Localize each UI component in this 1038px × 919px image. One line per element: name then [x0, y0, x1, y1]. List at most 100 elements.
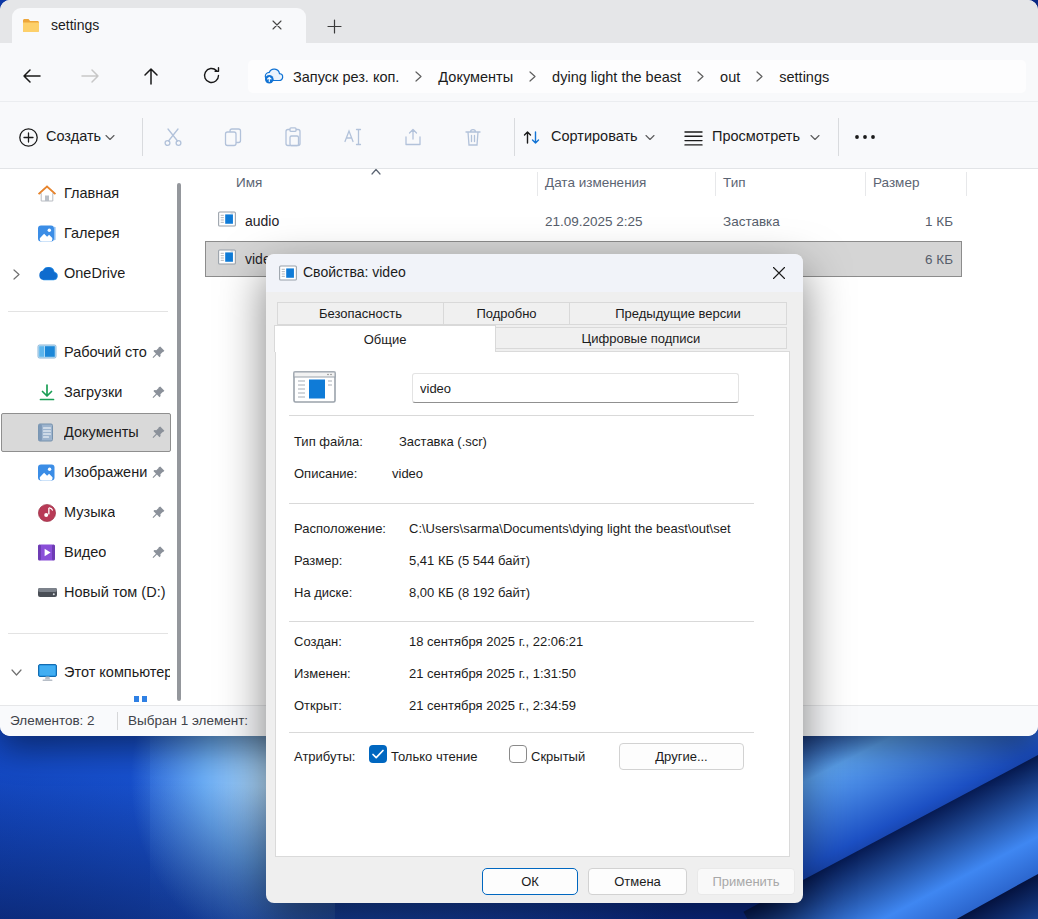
tab-general[interactable]: Общие — [274, 325, 496, 352]
screensaver-file-icon — [279, 265, 297, 281]
back-icon[interactable] — [20, 65, 42, 87]
refresh-icon[interactable] — [201, 65, 222, 86]
new-button[interactable]: Создать — [46, 128, 101, 144]
more-icon[interactable] — [854, 134, 876, 140]
videos-icon — [37, 543, 57, 563]
new-tab-button[interactable] — [327, 19, 342, 34]
home-icon — [37, 184, 57, 204]
sidebar-item-home[interactable]: Главная — [0, 175, 176, 213]
breadcrumb-item[interactable]: out — [720, 69, 740, 85]
sidebar-item-onedrive[interactable]: OneDrive — [0, 255, 176, 293]
tab-details[interactable]: Подробно — [443, 302, 570, 325]
chevron-right-icon[interactable] — [13, 269, 20, 280]
breadcrumb-item[interactable]: Запуск рез. коп. — [293, 69, 399, 85]
sidebar-item-label: Рабочий сто — [64, 344, 147, 360]
share-icon[interactable] — [402, 126, 424, 148]
file-date: 21.09.2025 2:25 — [545, 214, 643, 229]
field-label: Тип файла: — [294, 434, 363, 450]
readonly-label: Только чтение — [391, 749, 477, 765]
rename-icon[interactable] — [342, 126, 364, 148]
properties-dialog: Свойства: video Безопасность Подробно Пр… — [266, 254, 803, 903]
tab-close-icon[interactable] — [270, 18, 284, 32]
screensaver-file-icon — [218, 211, 236, 227]
tab-title: settings — [51, 17, 99, 33]
explorer-tab[interactable]: settings — [12, 8, 306, 43]
chevron-down-icon[interactable] — [11, 669, 22, 676]
pin-icon — [151, 545, 166, 560]
field-value: C:\Users\sarma\Documents\dying light the… — [409, 521, 731, 537]
tab-digital-signatures[interactable]: Цифровые подписи — [495, 327, 787, 349]
pin-icon — [151, 345, 166, 360]
up-icon[interactable] — [140, 65, 162, 87]
field-label: Изменен: — [294, 666, 351, 682]
column-header-type[interactable]: Тип — [723, 175, 746, 190]
gallery-icon — [37, 224, 57, 244]
ok-button[interactable]: ОК — [482, 868, 578, 895]
paste-icon[interactable] — [282, 126, 304, 148]
sidebar-item-this-pc[interactable]: Этот компьютер — [0, 654, 176, 692]
dialog-title: Свойства: video — [303, 264, 406, 280]
file-name: audio — [245, 213, 279, 229]
selection-status: Выбран 1 элемент: — [128, 713, 248, 728]
downloads-icon — [37, 383, 57, 403]
tab-previous-versions[interactable]: Предыдущие версии — [569, 302, 787, 325]
file-type: Заставка — [723, 214, 780, 229]
sidebar-item-pictures[interactable]: Изображени — [0, 454, 176, 492]
sidebar-item-gallery[interactable]: Галерея — [0, 215, 176, 253]
column-header-name[interactable]: Имя — [236, 175, 262, 190]
column-header-size[interactable]: Размер — [873, 175, 919, 190]
attributes-label: Атрибуты: — [294, 749, 355, 765]
new-item-icon[interactable] — [18, 127, 39, 148]
sort-ascending-icon[interactable] — [370, 167, 382, 176]
breadcrumb[interactable]: Запуск рез. коп. Документы dying light t… — [248, 60, 1026, 93]
forward-icon[interactable] — [80, 65, 102, 87]
tab-bar: settings — [0, 0, 1038, 43]
tab-security[interactable]: Безопасность — [277, 302, 444, 325]
screensaver-file-icon-large — [293, 371, 336, 403]
field-value: 18 сентября 2025 г., 22:06:21 — [409, 634, 583, 650]
field-value: 8,00 КБ (8 192 байт) — [409, 585, 530, 601]
breadcrumb-item[interactable]: settings — [779, 69, 829, 85]
file-size: 1 КБ — [800, 214, 953, 229]
sidebar-item-desktop[interactable]: Рабочий сто — [0, 334, 176, 372]
sidebar-item-downloads[interactable]: Загрузки — [0, 374, 176, 412]
field-value: 5,41 КБ (5 544 байт) — [409, 553, 530, 569]
view-button[interactable]: Просмотреть — [712, 128, 800, 144]
pin-icon — [151, 425, 166, 440]
navigation-bar: Запуск рез. коп. Документы dying light t… — [0, 43, 1038, 101]
sort-button[interactable]: Сортировать — [551, 128, 638, 144]
sidebar-item-music[interactable]: Музыка — [0, 494, 176, 532]
pictures-icon — [37, 463, 57, 483]
computer-icon — [37, 663, 57, 683]
screensaver-file-icon — [218, 249, 236, 265]
column-header-date[interactable]: Дата изменения — [545, 175, 646, 190]
items-count: Элементов: 2 — [10, 713, 95, 728]
sidebar-item-videos[interactable]: Видео — [0, 534, 176, 572]
sidebar-item-label: Загрузки — [64, 384, 122, 400]
pin-icon — [151, 385, 166, 400]
sidebar-item-drive-d[interactable]: Новый том (D:) — [0, 574, 176, 612]
other-attributes-button[interactable]: Другие... — [619, 743, 744, 770]
sidebar-item-label: Этот компьютер — [64, 664, 170, 680]
sidebar-item-label: Музыка — [64, 504, 115, 520]
filename-input[interactable] — [412, 373, 739, 403]
delete-icon[interactable] — [462, 126, 484, 148]
hidden-checkbox[interactable] — [509, 745, 527, 763]
breadcrumb-item[interactable]: dying light the beast — [552, 69, 681, 85]
readonly-checkbox[interactable] — [369, 745, 387, 763]
sort-icon — [522, 128, 541, 147]
copy-icon[interactable] — [222, 126, 244, 148]
cancel-button[interactable]: Отмена — [588, 868, 687, 895]
field-value: video — [392, 466, 423, 482]
breadcrumb-item[interactable]: Документы — [438, 69, 513, 85]
onedrive-sync-icon — [263, 68, 284, 85]
chevron-right-icon — [529, 71, 536, 82]
field-label: Размер: — [294, 553, 342, 569]
apply-button[interactable]: Применить — [697, 868, 795, 895]
sidebar-scrollbar[interactable] — [177, 183, 181, 701]
sidebar-item-label: Главная — [64, 185, 119, 201]
cut-icon[interactable] — [162, 126, 184, 148]
sidebar-item-documents[interactable]: Документы — [0, 414, 176, 452]
chevron-down-icon — [645, 134, 655, 141]
dialog-close-icon[interactable] — [771, 265, 787, 281]
